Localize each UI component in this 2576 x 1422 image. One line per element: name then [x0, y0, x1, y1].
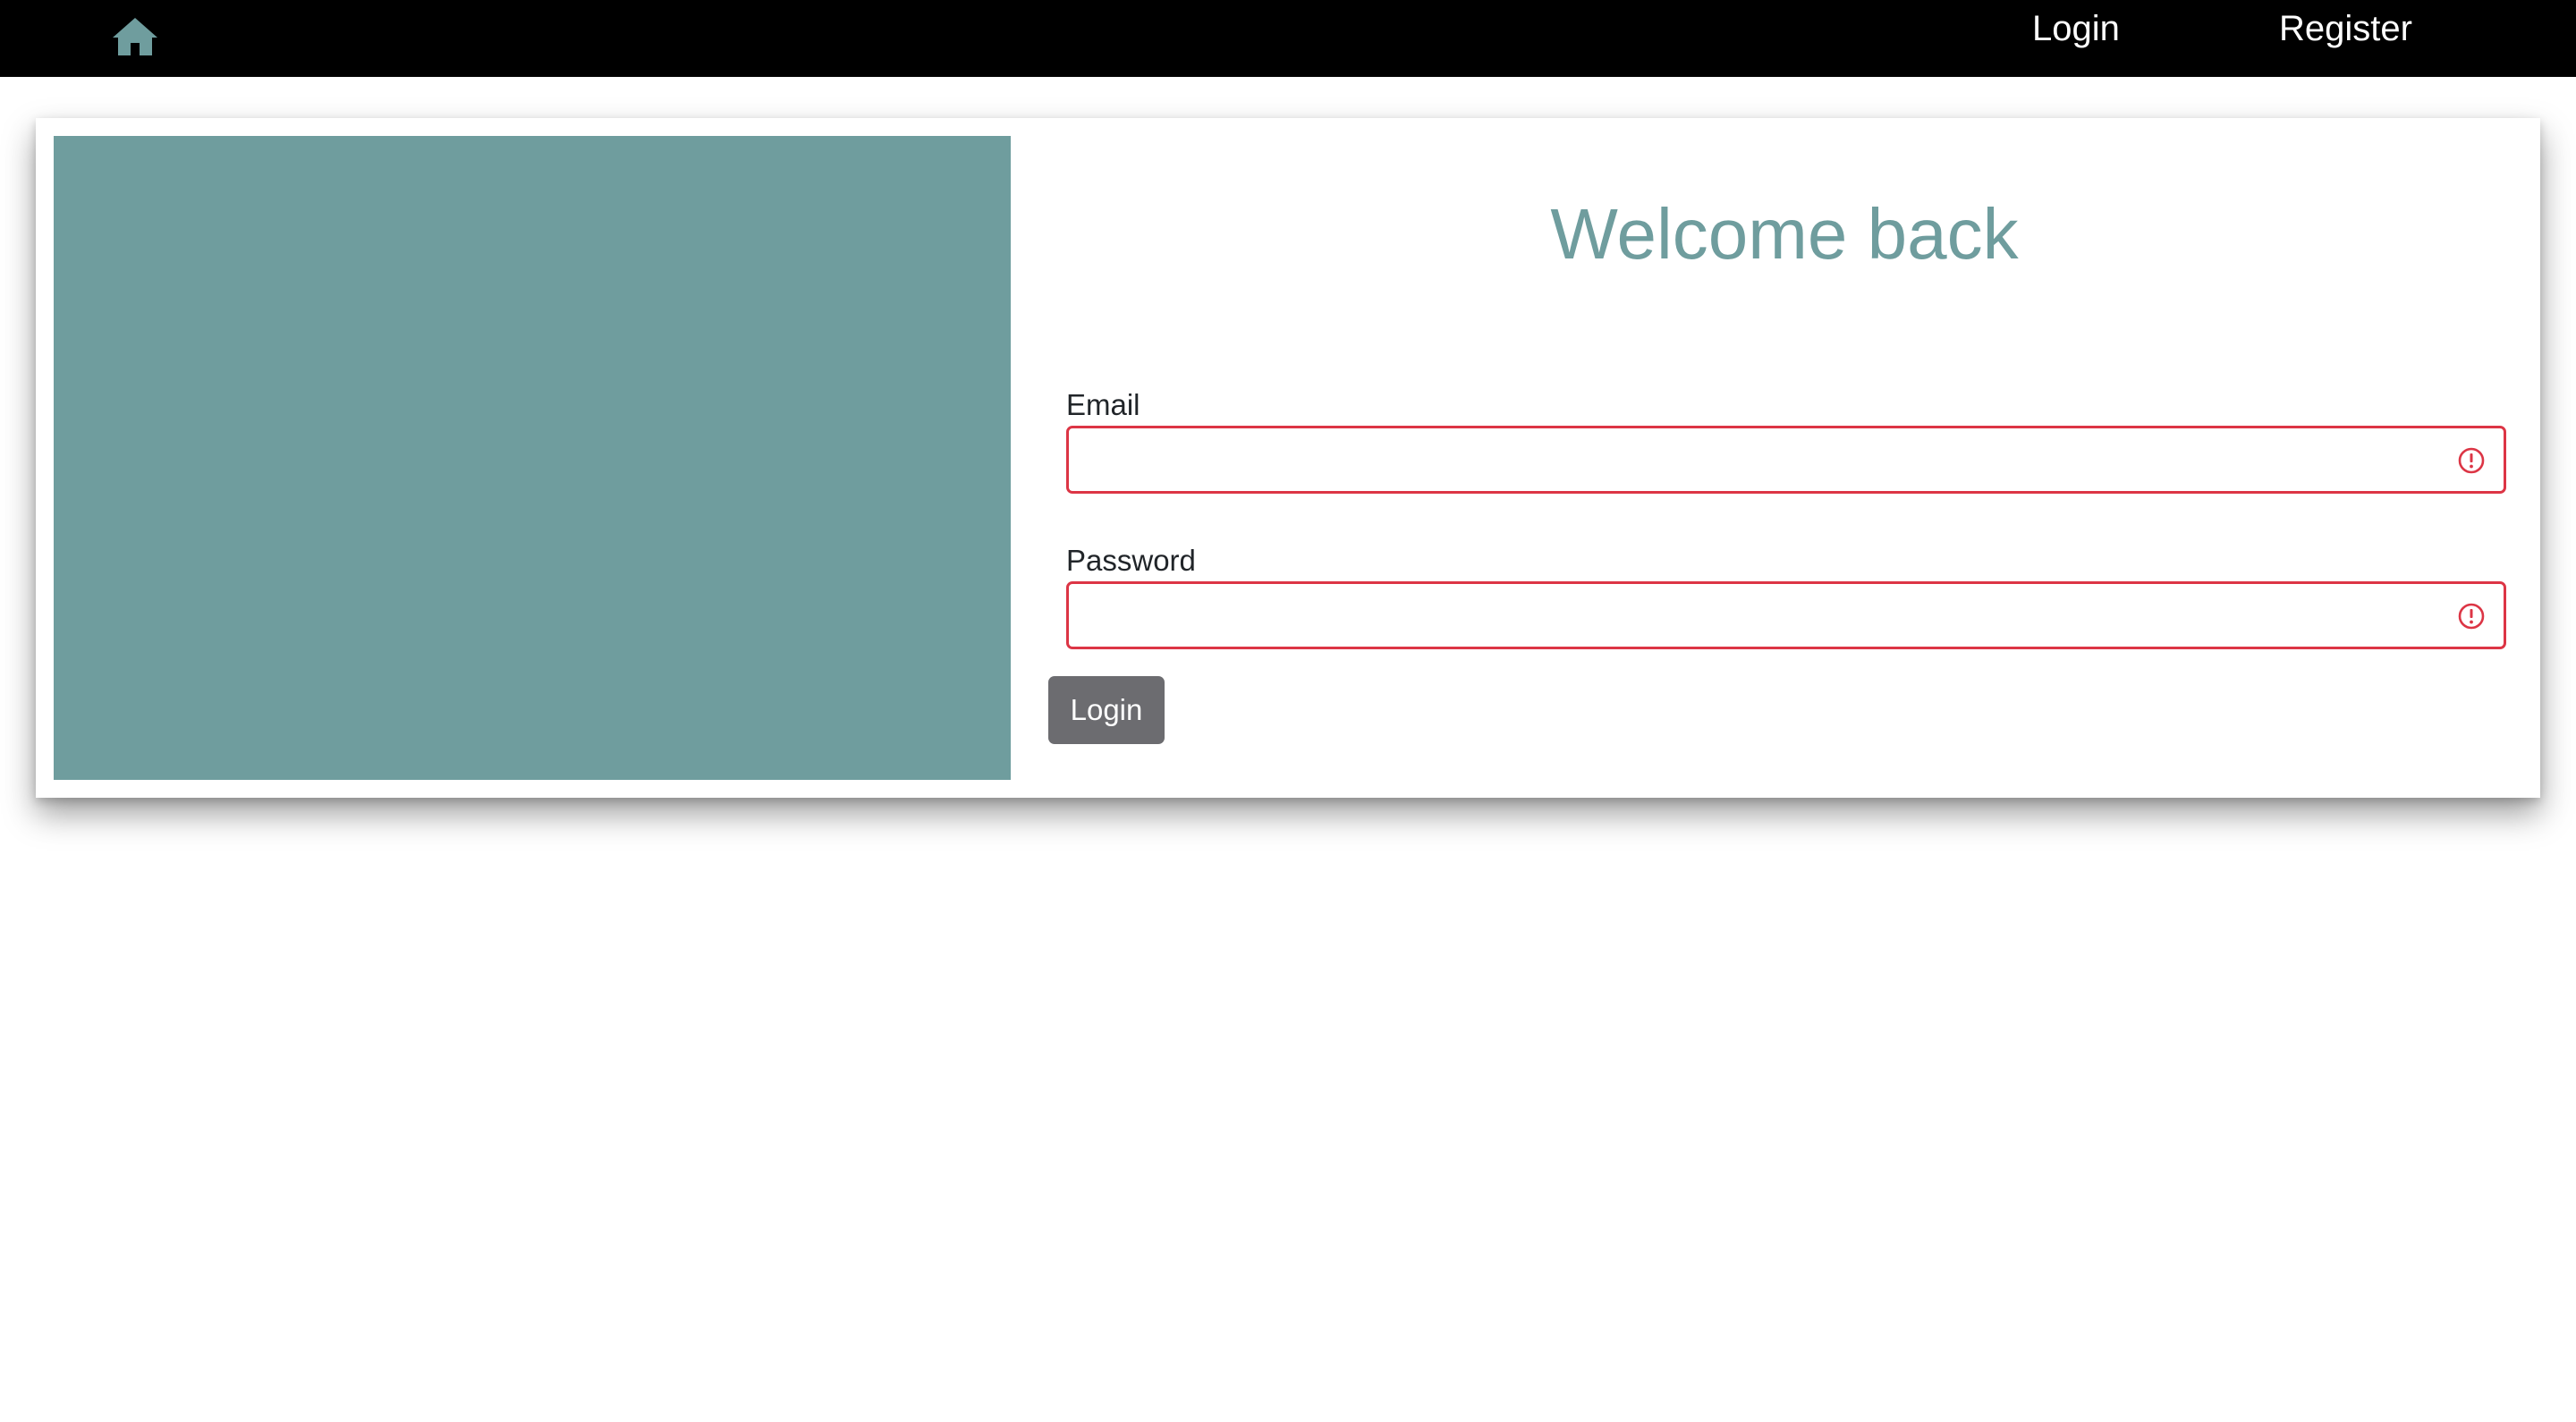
- email-input[interactable]: [1069, 428, 2428, 491]
- email-field: [1066, 426, 2506, 494]
- navbar: Login Register: [0, 0, 2576, 77]
- nav-login-link[interactable]: Login: [2032, 5, 2120, 52]
- login-card: Welcome back Email Password Login: [36, 118, 2540, 798]
- home-icon: [111, 14, 159, 59]
- alert-circle-icon: [2457, 602, 2486, 631]
- page-title: Welcome back: [1550, 194, 2019, 274]
- home-link[interactable]: [111, 14, 159, 59]
- nav-register-link[interactable]: Register: [2279, 5, 2412, 52]
- login-button[interactable]: Login: [1048, 676, 1165, 744]
- alert-circle-icon: [2457, 446, 2486, 475]
- email-label: Email: [1066, 388, 1140, 421]
- password-field: [1066, 581, 2506, 649]
- card-image-panel: [54, 136, 1011, 780]
- password-label: Password: [1066, 544, 1196, 577]
- password-input[interactable]: [1069, 584, 2428, 647]
